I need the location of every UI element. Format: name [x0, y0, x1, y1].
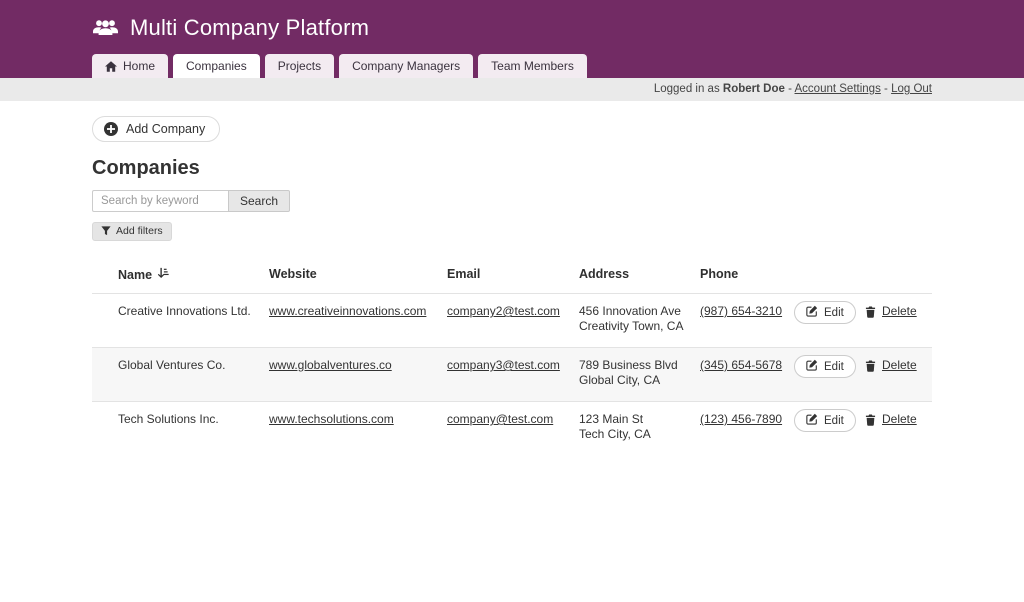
company-phone-link[interactable]: (987) 654-3210 [700, 304, 782, 318]
company-email-link[interactable]: company2@test.com [447, 304, 560, 318]
main-nav: Home Companies Projects Company Managers… [92, 54, 932, 78]
trash-icon [865, 360, 876, 372]
tab-projects-label: Projects [278, 59, 321, 73]
separator: - [884, 83, 888, 95]
company-website-link[interactable]: www.creativeinnovations.com [269, 304, 426, 318]
edit-button[interactable]: Edit [794, 301, 856, 324]
plus-circle-icon [104, 122, 118, 136]
tab-team-members-label: Team Members [491, 59, 574, 73]
column-header-website: Website [269, 267, 447, 281]
company-email-link[interactable]: company@test.com [447, 412, 553, 426]
delete-link[interactable]: Delete [882, 304, 917, 319]
column-header-phone: Phone [700, 267, 794, 281]
tab-projects[interactable]: Projects [265, 54, 334, 78]
search-input[interactable] [92, 190, 228, 212]
company-website-link[interactable]: www.techsolutions.com [269, 412, 394, 426]
company-name: Tech Solutions Inc. [92, 412, 269, 427]
edit-pencil-icon [806, 359, 818, 374]
account-settings-link[interactable]: Account Settings [795, 83, 881, 95]
add-filters-button[interactable]: Add filters [92, 222, 172, 241]
edit-label: Edit [824, 307, 844, 319]
table-row: Tech Solutions Inc. www.techsolutions.co… [92, 401, 932, 455]
users-icon [92, 18, 119, 38]
sort-amount-icon [157, 267, 169, 282]
column-header-email: Email [447, 267, 579, 281]
companies-table: Name Website Email Address Phone Creativ… [92, 255, 932, 455]
company-address: 456 Innovation Ave Creativity Town, CA [579, 304, 700, 334]
log-out-link[interactable]: Log Out [891, 83, 932, 95]
trash-icon [865, 306, 876, 318]
tab-companies[interactable]: Companies [173, 54, 260, 78]
logged-in-username: Robert Doe [723, 83, 785, 95]
app-title: Multi Company Platform [130, 15, 369, 41]
edit-label: Edit [824, 361, 844, 373]
company-email-link[interactable]: company3@test.com [447, 358, 560, 372]
edit-pencil-icon [806, 413, 818, 428]
column-header-name[interactable]: Name [92, 267, 269, 282]
main-content: Add Company Companies Search Add filters… [92, 101, 932, 455]
tab-home[interactable]: Home [92, 54, 168, 78]
home-icon [105, 61, 117, 72]
tab-companies-label: Companies [186, 59, 247, 73]
separator: - [788, 83, 792, 95]
delete-link[interactable]: Delete [882, 358, 917, 373]
company-address: 789 Business Blvd Global City, CA [579, 358, 700, 388]
edit-label: Edit [824, 415, 844, 427]
add-filters-label: Add filters [116, 225, 163, 237]
company-name: Global Ventures Co. [92, 358, 269, 373]
search-bar: Search [92, 190, 932, 212]
logged-in-prefix: Logged in as [654, 83, 720, 95]
table-header-row: Name Website Email Address Phone [92, 255, 932, 293]
tab-company-managers[interactable]: Company Managers [339, 54, 473, 78]
company-name: Creative Innovations Ltd. [92, 304, 269, 319]
page-title: Companies [92, 157, 932, 180]
table-row: Creative Innovations Ltd. www.creativein… [92, 293, 932, 347]
add-company-button[interactable]: Add Company [92, 116, 220, 142]
company-phone-link[interactable]: (345) 654-5678 [700, 358, 782, 372]
column-header-address: Address [579, 267, 700, 281]
user-bar: Logged in as Robert Doe - Account Settin… [0, 78, 1024, 101]
trash-icon [865, 414, 876, 426]
masthead: Multi Company Platform Home Companies Pr… [0, 0, 1024, 78]
tab-home-label: Home [123, 59, 155, 73]
add-company-label: Add Company [126, 122, 205, 136]
edit-button[interactable]: Edit [794, 409, 856, 432]
delete-link[interactable]: Delete [882, 412, 917, 427]
company-website-link[interactable]: www.globalventures.co [269, 358, 392, 372]
filter-funnel-icon [101, 226, 111, 236]
tab-company-managers-label: Company Managers [352, 59, 460, 73]
table-row: Global Ventures Co. www.globalventures.c… [92, 347, 932, 401]
brand: Multi Company Platform [92, 0, 932, 54]
search-button[interactable]: Search [228, 190, 290, 212]
edit-pencil-icon [806, 305, 818, 320]
tab-team-members[interactable]: Team Members [478, 54, 587, 78]
company-phone-link[interactable]: (123) 456-7890 [700, 412, 782, 426]
company-address: 123 Main St Tech City, CA [579, 412, 700, 442]
edit-button[interactable]: Edit [794, 355, 856, 378]
